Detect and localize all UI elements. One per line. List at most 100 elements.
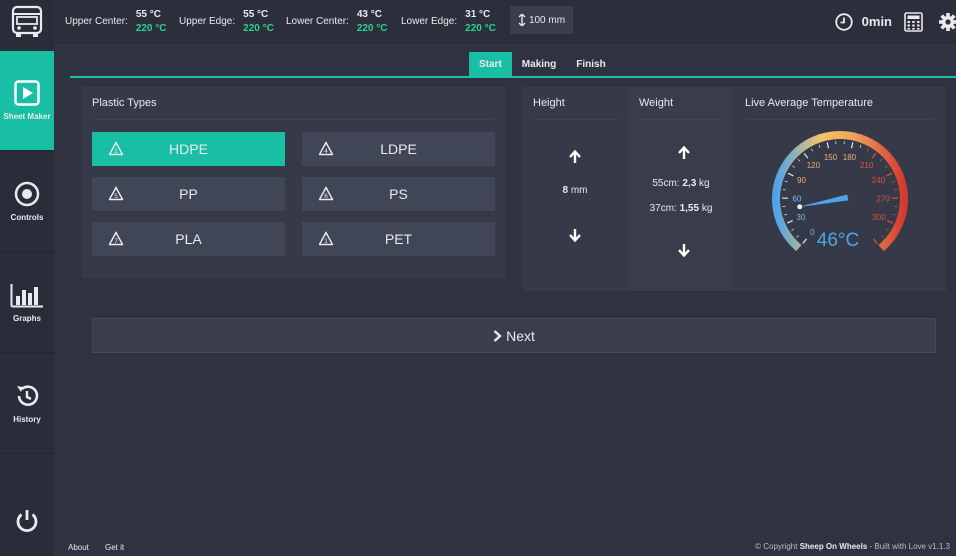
sensor-setpoint: 220 °C	[243, 22, 274, 34]
plastic-type-pp[interactable]: 5 PP	[92, 177, 285, 211]
weight-unit: kg	[696, 178, 710, 189]
target-icon	[14, 181, 40, 207]
height-column: Height 8 mm	[522, 87, 628, 291]
weight-down-arrow-icon[interactable]	[676, 242, 692, 258]
weight-row-55: 55cm: 2,3 kg	[628, 178, 734, 189]
history-icon	[17, 385, 39, 406]
copyright-prefix: © Copyright	[755, 542, 800, 551]
gauge-tick	[826, 142, 830, 149]
weight-column: Weight 55cm: 2,3 kg 37cm: 1,55 kg	[628, 87, 734, 291]
tab-making[interactable]: Making	[512, 52, 566, 76]
plastic-type-pla[interactable]: 7 PLA	[92, 222, 285, 256]
height-up-arrow-icon[interactable]	[567, 149, 583, 165]
sidebar-item-history[interactable]: History	[0, 354, 54, 454]
gauge-tick-group	[781, 141, 899, 244]
gauge-tick-label: 210	[860, 161, 874, 170]
bar-chart-icon	[10, 284, 43, 308]
get-it-link[interactable]: Get it	[105, 543, 124, 552]
gauge-tick	[784, 213, 788, 216]
recycle-icon: 6	[318, 186, 334, 201]
gauge-label-group: 0 30 60 90120150 180210 240 270 300	[793, 153, 891, 237]
sensor-current: 55 °C	[243, 8, 269, 20]
next-button[interactable]: Next	[92, 318, 936, 353]
height-down-arrow-icon[interactable]	[567, 227, 583, 243]
power-button[interactable]	[0, 496, 54, 546]
gauge-tick	[818, 144, 821, 148]
sidebar-item-graphs[interactable]: Graphs	[0, 253, 54, 353]
step-tabs: Start Making Finish	[469, 52, 616, 76]
svg-text:5: 5	[114, 193, 118, 200]
sensor-upper-edge: Upper Edge: 55 °C 220 °C	[179, 0, 274, 43]
copyright: © Copyright Sheep On Wheels - Built with…	[755, 542, 950, 551]
gauge-tick	[791, 228, 795, 231]
gauge-tick	[803, 153, 809, 159]
gauge-tick	[850, 142, 854, 149]
gauge-tick	[879, 158, 883, 162]
gauge-tick-label: 180	[843, 153, 857, 162]
gauge-tick-label: 60	[793, 194, 802, 203]
weight-label: 37cm:	[649, 203, 680, 214]
recycle-icon: 7	[108, 231, 124, 246]
plastic-type-ps[interactable]: 6 PS	[302, 177, 495, 211]
gear-icon[interactable]	[938, 12, 956, 32]
gauge-tick	[880, 235, 884, 238]
weight-row-37: 37cm: 1,55 kg	[628, 203, 734, 214]
thickness-value: 100 mm	[528, 14, 566, 26]
gauge-tick	[872, 238, 878, 244]
temperature-gauge: 0 30 60 90120150 180210 240 270 300 46°C	[772, 131, 908, 252]
sensor-label: Lower Center:	[286, 16, 349, 27]
divider	[92, 119, 495, 120]
sensor-setpoint: 220 °C	[135, 22, 167, 34]
sensor-setpoint: 220 °C	[356, 22, 388, 34]
plastic-type-hdpe[interactable]: 2 HDPE	[92, 132, 285, 166]
about-link[interactable]: About	[68, 543, 89, 552]
clock-icon	[834, 12, 853, 31]
header: Upper Center: 55 °C 220 °C Upper Edge: 5…	[54, 0, 956, 43]
sensor-current: 43 °C	[356, 8, 382, 20]
power-icon	[16, 510, 38, 533]
sidebar-item-controls[interactable]: Controls	[0, 152, 54, 252]
weight-label: 55cm:	[652, 178, 683, 189]
thickness-button[interactable]: 100 mm	[510, 6, 573, 34]
gauge-tick	[786, 220, 793, 224]
gauge-tick-label: 120	[807, 161, 821, 170]
divider	[745, 119, 935, 120]
height-value: 8 mm	[522, 185, 628, 196]
gauge-tick-label: 90	[797, 176, 806, 185]
sidebar: Sheet Maker Controls Graphs History	[0, 0, 54, 556]
gauge-tick	[886, 172, 893, 177]
weight-number: 1,55	[679, 203, 700, 214]
gauge-tick-label: 150	[824, 153, 838, 162]
sensor-lower-edge: Lower Edge: 31 °C 220 °C	[401, 0, 496, 43]
weight-unit: kg	[699, 203, 713, 214]
gauge-tick	[792, 165, 796, 168]
tab-start[interactable]: Start	[469, 52, 512, 76]
plastic-type-pet[interactable]: 1 PET	[302, 222, 495, 256]
recycle-icon: 4	[318, 141, 334, 156]
gauge-title: Live Average Temperature	[745, 97, 874, 109]
gauge-tick	[871, 153, 877, 159]
gauge-tick	[892, 180, 896, 183]
weight-title: Weight	[639, 97, 674, 109]
timer-value: 0min	[861, 14, 892, 29]
vertical-arrows-icon	[518, 14, 526, 26]
plastic-type-ldpe[interactable]: 4 LDPE	[302, 132, 495, 166]
tab-finish[interactable]: Finish	[566, 52, 615, 76]
svg-text:2: 2	[114, 148, 118, 155]
calculator-icon[interactable]	[904, 11, 923, 32]
sensor-label: Lower Edge:	[401, 16, 458, 27]
weight-up-arrow-icon[interactable]	[676, 145, 692, 161]
gauge-needle	[796, 194, 849, 208]
sidebar-item-label: Graphs	[12, 314, 41, 323]
sensor-label: Upper Edge:	[179, 16, 236, 27]
chevron-right-icon	[493, 329, 502, 342]
sidebar-item-sheet-maker[interactable]: Sheet Maker	[0, 51, 54, 151]
height-unit: mm	[568, 185, 588, 196]
header-right: 0min	[834, 0, 956, 43]
gauge-tick	[859, 144, 862, 148]
settings-panel: Height 8 mm Weight 55cm: 2,3 kg 37cm: 1,…	[522, 87, 946, 291]
height-title: Height	[533, 97, 565, 109]
gauge-tick-label: 240	[872, 176, 886, 185]
sensor-lower-center: Lower Center: 43 °C 220 °C	[286, 0, 388, 43]
gauge-tick	[866, 148, 870, 152]
